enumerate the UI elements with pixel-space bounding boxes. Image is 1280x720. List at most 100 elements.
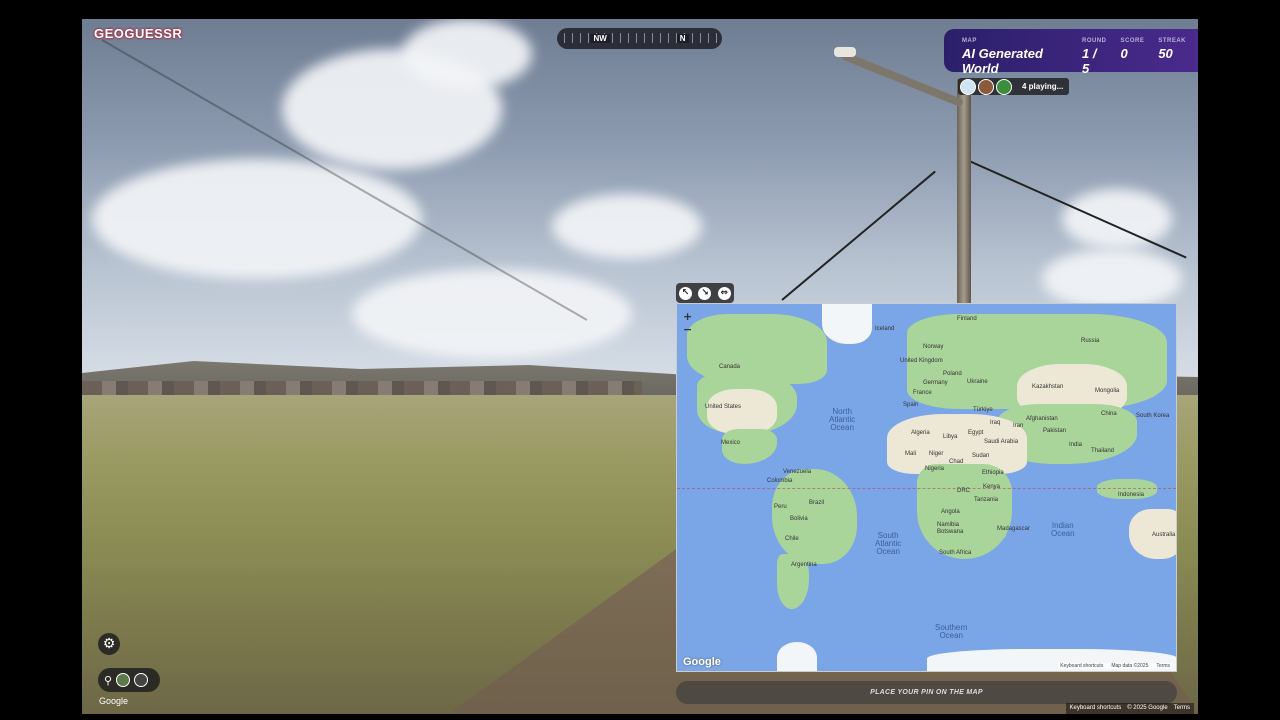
map-label: Ethiopia	[982, 470, 1004, 476]
settings-gear-icon[interactable]: ⚙	[98, 633, 120, 655]
map-label: Egypt	[968, 430, 984, 436]
map-label: Chile	[785, 536, 799, 542]
map-label: Angola	[941, 509, 960, 515]
map-label: Brazil	[809, 500, 825, 506]
keyboard-shortcuts-link[interactable]: Keyboard shortcuts	[1070, 705, 1122, 712]
party-button[interactable]: ⚲	[98, 668, 160, 692]
map-label: Iraq	[990, 420, 1001, 426]
streak-info: STREAK 50	[1158, 38, 1186, 61]
map-label: Iceland	[875, 326, 895, 332]
map-label: Tanzania	[974, 497, 999, 503]
map-label: Mexico	[721, 440, 741, 446]
map-label: Colombia	[767, 478, 793, 484]
ocean-label: Indian Ocean	[1051, 521, 1075, 538]
map-label: Libya	[943, 434, 958, 440]
players-indicator[interactable]: 4 playing...	[958, 78, 1070, 95]
map-value: AI Generated World	[962, 46, 1043, 76]
round-value: 1 / 5	[1081, 46, 1097, 76]
map-label: Bolivia	[790, 516, 808, 522]
map-label: Russia	[1081, 338, 1100, 344]
map-label: Madagascar	[997, 526, 1031, 532]
land-central-america	[722, 429, 777, 464]
map-label: Pakistan	[1043, 428, 1067, 434]
terms-link[interactable]: Terms	[1174, 705, 1190, 712]
terms-link[interactable]: Terms	[1156, 663, 1170, 669]
map-label: Afghanistan	[1026, 416, 1058, 422]
map-label: Saudi Arabia	[984, 439, 1019, 445]
place-pin-button[interactable]: PLACE YOUR PIN ON THE MAP	[676, 681, 1177, 704]
copyright-text: © 2025 Google	[1127, 705, 1168, 711]
streak-value: 50	[1158, 46, 1173, 61]
ocean-label: Southern Ocean	[935, 623, 968, 640]
player-avatar	[134, 673, 149, 687]
map-label: Australia	[1152, 532, 1176, 538]
land-antarctica	[777, 642, 817, 671]
map-label: Spain	[903, 402, 919, 408]
map-label: United Kingdom	[900, 358, 943, 364]
map-label: United States	[705, 404, 742, 410]
map-label: South Africa	[939, 550, 972, 556]
map-shrink-icon[interactable]: ↘	[698, 286, 712, 300]
map-label: Thailand	[1091, 448, 1115, 454]
map-label: France	[913, 390, 932, 396]
score-info: SCORE 0	[1120, 38, 1144, 61]
players-count: 4 playing...	[1022, 82, 1064, 91]
compass-nw: NW	[590, 34, 610, 43]
cloud	[1062, 189, 1172, 249]
map-label: Kazakhstan	[1032, 384, 1064, 390]
map-label: Germany	[923, 380, 948, 386]
users-icon: ⚲	[104, 673, 113, 687]
cloud	[352, 269, 632, 359]
zoom-in-button[interactable]: +	[683, 310, 692, 323]
cloud	[552, 194, 702, 259]
street-view-panorama[interactable]: GEOGUESSR NW N MAP AI Generated World RO…	[82, 19, 1198, 714]
map-label: China	[1101, 411, 1117, 417]
map-label: Finland	[957, 316, 977, 322]
map-footer: Keyboard shortcuts Map data ©2025 Terms	[1058, 663, 1172, 669]
map-label: Argentina	[791, 562, 817, 568]
map-data-text: Map data ©2025	[1111, 663, 1149, 669]
player-avatar	[978, 78, 994, 95]
map-enlarge-icon[interactable]: ↖	[679, 286, 693, 300]
keyboard-shortcuts-link[interactable]: Keyboard shortcuts	[1060, 663, 1103, 669]
map-label: Mongolia	[1095, 388, 1120, 394]
map-label: Sudan	[972, 453, 990, 459]
map-label: Botswana	[937, 529, 964, 535]
map-info: MAP AI Generated World	[962, 38, 1068, 76]
map-zoom-controls[interactable]: + −	[683, 310, 692, 336]
zoom-out-button[interactable]: −	[683, 323, 692, 336]
land-usa	[707, 389, 777, 434]
player-avatar	[116, 673, 131, 687]
round-info: ROUND 1 / 5	[1082, 38, 1107, 76]
google-logo: Google	[683, 656, 721, 668]
map-size-controls: ↖ ↘ ⇔	[676, 283, 734, 303]
map-label: Venezuela	[783, 469, 812, 475]
map-label: Chad	[949, 459, 964, 465]
ocean-label: North Atlantic Ocean	[829, 407, 856, 432]
map-label: India	[1069, 442, 1083, 448]
map-label: Mali	[905, 451, 917, 457]
map-label: Nigeria	[925, 466, 945, 472]
compass: NW N	[557, 28, 722, 49]
map-label: Namibia	[937, 522, 960, 528]
guess-map[interactable]: + − Canada United States Mexico Venezuel…	[676, 303, 1177, 672]
street-lamp	[834, 47, 856, 57]
map-label: MAP	[962, 38, 977, 44]
map-label: Türkiye	[973, 407, 993, 413]
map-label: Peru	[774, 504, 787, 510]
cloud	[92, 159, 422, 279]
map-pin-icon[interactable]: ⇔	[717, 286, 731, 300]
compass-n: N	[676, 34, 689, 43]
cloud	[1042, 249, 1182, 309]
geoguessr-logo[interactable]: GEOGUESSR	[94, 26, 182, 41]
player-avatar	[996, 78, 1012, 95]
score-value: 0	[1120, 46, 1128, 61]
ocean-label: South Atlantic Ocean	[875, 531, 902, 556]
land-africa	[917, 464, 1012, 559]
map-label: Poland	[943, 371, 962, 377]
map-label: Indonesia	[1118, 492, 1145, 498]
map-label: Niger	[929, 451, 944, 457]
map-label: Ukraine	[967, 379, 988, 385]
equator-line	[677, 488, 1176, 489]
map-label: Norway	[923, 344, 944, 350]
